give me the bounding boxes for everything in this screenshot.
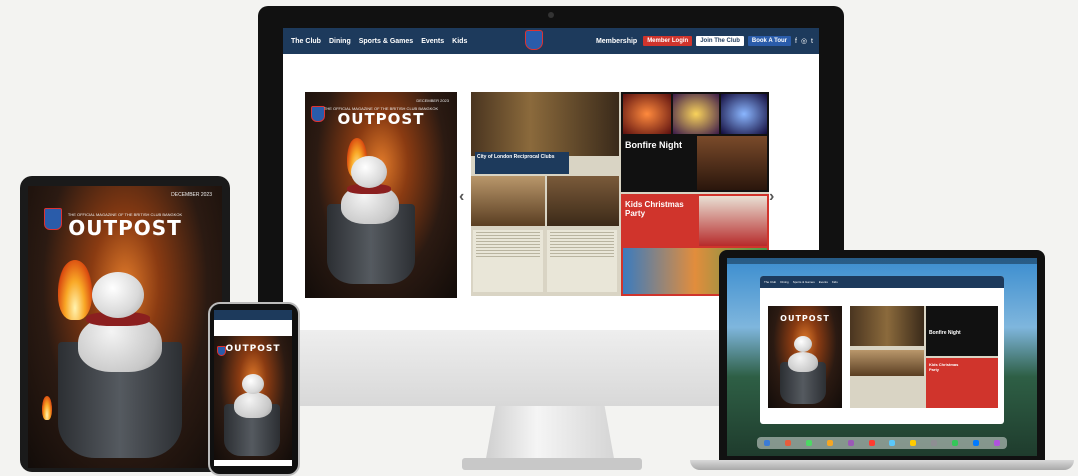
book-a-tour-button[interactable]: Book A Tour <box>747 36 791 46</box>
kids-christmas-panel: Kids Christmas Party <box>926 358 998 408</box>
nav-sports-games[interactable]: Sports & Games <box>793 280 815 284</box>
nav-events[interactable]: Events <box>421 38 444 45</box>
dining-room-photo <box>850 306 924 346</box>
member-login-button[interactable]: Member Login <box>643 36 693 46</box>
dining-room-photo <box>471 92 619 156</box>
app-icon[interactable] <box>847 440 854 446</box>
snowman-body-image <box>234 392 272 418</box>
imac-stand <box>485 406 615 464</box>
site-navbar: The Club Dining Sports & Games Events Ki… <box>283 28 819 54</box>
nav-events[interactable]: Events <box>819 280 828 284</box>
magazine-cover[interactable]: OUTPOST <box>214 336 292 460</box>
join-the-club-button[interactable]: Join The Club <box>696 36 744 46</box>
bonfire-heading: Bonfire Night <box>929 330 961 336</box>
cover-issue: DECEMBER 2023 <box>171 192 212 198</box>
facebook-icon[interactable]: f <box>795 38 797 45</box>
app-icon[interactable] <box>931 440 938 446</box>
snowman-head-image <box>242 374 264 394</box>
laptop-base <box>690 460 1074 470</box>
app-icon[interactable] <box>868 440 875 446</box>
fireworks-photo <box>721 94 767 134</box>
bonfire-panel: Bonfire Night <box>926 306 998 356</box>
cover-title: OUTPOST <box>68 216 182 240</box>
finder-icon[interactable] <box>764 440 771 446</box>
snowman-head-image <box>794 336 812 352</box>
cover-issue: DECEMBER 2023 <box>416 98 449 103</box>
party-photo <box>697 136 767 190</box>
snowman-body-image <box>788 352 818 372</box>
app-icon[interactable] <box>993 440 1000 446</box>
nav-the-club[interactable]: The Club <box>764 280 776 284</box>
text-column <box>547 230 617 292</box>
chevron-right-icon[interactable]: › <box>769 188 774 206</box>
nav-sports-games[interactable]: Sports & Games <box>359 38 413 45</box>
magazine-cover[interactable]: DECEMBER 2023 THE OFFICIAL MAGAZINE OF T… <box>305 92 457 298</box>
app-icon[interactable] <box>972 440 979 446</box>
site-navbar: The Club Dining Sports & Games Events Ki… <box>760 276 1004 288</box>
text-column <box>473 230 543 292</box>
app-icon[interactable] <box>826 440 833 446</box>
nav-the-club[interactable]: The Club <box>291 38 321 45</box>
snowman-head-image <box>351 156 387 188</box>
article-heading: City of London Reciprocal Clubs <box>475 152 569 174</box>
bonfire-panel: Bonfire Night <box>621 92 769 192</box>
magazine-spread[interactable]: Bonfire Night Kids Christmas Party <box>850 306 998 408</box>
club-interior-photo <box>471 176 545 226</box>
instagram-icon[interactable]: ◎ <box>801 37 807 45</box>
nav-dining[interactable]: Dining <box>780 280 789 284</box>
cover-title: OUTPOST <box>780 314 830 323</box>
imac-base <box>462 458 642 470</box>
cover-title: OUTPOST <box>225 344 281 354</box>
camera-icon <box>548 12 554 18</box>
magazine-cover[interactable]: OUTPOST <box>768 306 842 408</box>
browser-window: The Club Dining Sports & Games Events Ki… <box>760 276 1004 424</box>
nav-dining[interactable]: Dining <box>329 38 351 45</box>
bonfire-heading: Bonfire Night <box>625 140 682 150</box>
app-icon[interactable] <box>889 440 896 446</box>
snowman-head-image <box>92 272 144 318</box>
twitter-icon[interactable]: t <box>811 38 813 45</box>
fireworks-photo <box>673 94 719 134</box>
fire-icon <box>58 260 92 320</box>
nav-kids[interactable]: Kids <box>832 280 838 284</box>
santa-photo <box>699 196 767 246</box>
club-interior-photo <box>850 350 924 376</box>
site-navbar <box>214 310 292 320</box>
app-icon[interactable] <box>951 440 958 446</box>
restaurant-photo <box>547 176 619 226</box>
kids-christmas-heading: Kids Christmas Party <box>929 362 959 372</box>
app-icon[interactable] <box>806 440 813 446</box>
kids-christmas-heading: Kids Christmas Party <box>625 200 684 218</box>
mac-dock <box>757 437 1007 449</box>
nav-kids[interactable]: Kids <box>452 38 467 45</box>
app-icon[interactable] <box>910 440 917 446</box>
cover-title: OUTPOST <box>337 110 425 128</box>
chevron-left-icon[interactable]: ‹ <box>459 188 464 206</box>
mac-menu-bar <box>727 258 1037 264</box>
app-icon[interactable] <box>785 440 792 446</box>
club-crest-logo[interactable] <box>525 30 543 50</box>
phone-screen: OUTPOST <box>214 310 292 466</box>
candle-icon <box>42 396 52 420</box>
bonfire-photo <box>623 94 671 134</box>
nav-membership[interactable]: Membership <box>596 38 637 45</box>
ipad-screen-cover[interactable]: DECEMBER 2023 THE OFFICIAL MAGAZINE OF T… <box>28 186 222 468</box>
